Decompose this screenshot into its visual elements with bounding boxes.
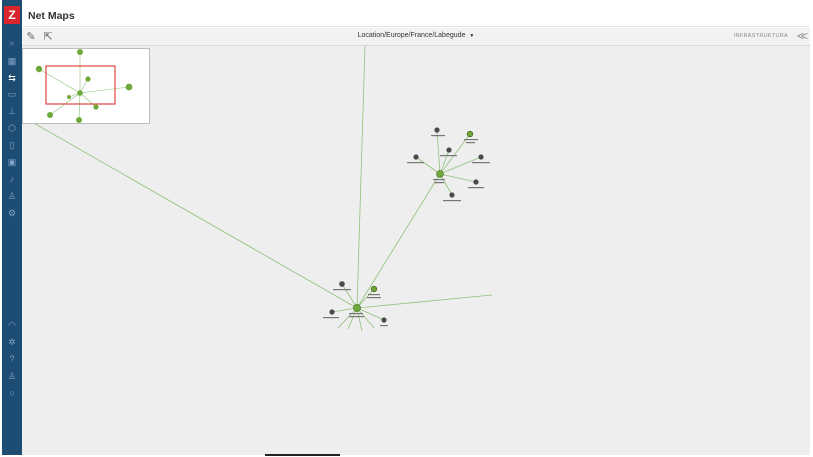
users-icon[interactable]: ♙	[7, 191, 17, 201]
page-title: Net Maps	[28, 10, 75, 22]
location-path: Location/Europe/France/Labegude	[357, 32, 466, 39]
horizontal-scrollbar[interactable]	[265, 454, 340, 456]
search-icon[interactable]: ⌕	[7, 38, 17, 48]
sidebar: Z ⌕ ▦ ⇆ ▭ ⊥ ⬡ ▯ ▣ ♪ ♙ ⚙ ◠ ✲ ? ♙ ○	[2, 0, 22, 455]
node-lower-3	[329, 309, 335, 315]
map-canvas[interactable]	[22, 46, 810, 455]
chevron-down-icon: ▼	[469, 33, 475, 39]
node-upper-4	[413, 154, 419, 160]
node-lower-4	[381, 317, 387, 323]
net-maps-app: Z ⌕ ▦ ⇆ ▭ ⊥ ⬡ ▯ ▣ ♪ ♙ ⚙ ◠ ✲ ? ♙ ○ Net Ma…	[0, 0, 813, 457]
dashboard-icon[interactable]: ▦	[7, 56, 17, 66]
cube-icon[interactable]: ⬡	[7, 123, 17, 133]
support-icon[interactable]: ◠	[7, 320, 17, 330]
header: Net Maps	[22, 0, 813, 27]
node-upper-3	[446, 147, 452, 153]
bell-icon[interactable]: ♪	[7, 174, 17, 184]
graph-nodes[interactable]	[329, 127, 484, 323]
location-selector[interactable]: Location/Europe/France/Labegude ▼	[22, 32, 810, 39]
user-icon[interactable]: ♙	[7, 371, 17, 381]
node-upper-5	[478, 154, 484, 160]
help-icon[interactable]: ?	[7, 354, 17, 364]
netmaps-icon[interactable]: ⇆	[7, 73, 17, 83]
power-icon[interactable]: ○	[7, 388, 17, 398]
infrastructure-panel-label[interactable]: INFRASTRUKTURA	[734, 33, 788, 39]
node-upper-2	[466, 130, 474, 138]
node-lower-2	[370, 285, 378, 293]
node-lower-1	[339, 281, 345, 287]
node-hub-lower	[353, 304, 361, 312]
share-icon[interactable]: ✲	[7, 337, 17, 347]
node-upper-6	[473, 179, 479, 185]
minimap-viewport	[45, 65, 116, 105]
chart-icon[interactable]: ▣	[7, 157, 17, 167]
map-toolbar: ✎ ⇱ Location/Europe/France/Labegude ▼ INF…	[22, 28, 810, 46]
app-logo[interactable]: Z	[4, 6, 20, 24]
node-upper-1	[434, 127, 440, 133]
minimap[interactable]	[22, 48, 150, 124]
collapse-panel-icon[interactable]: <<	[797, 29, 808, 43]
node-upper-7	[449, 192, 455, 198]
monitor-icon[interactable]: ▭	[7, 89, 17, 99]
hierarchy-icon[interactable]: ⊥	[7, 106, 17, 116]
minimap-graph	[35, 49, 133, 123]
node-hub-upper	[436, 170, 444, 178]
document-icon[interactable]: ▯	[7, 140, 17, 150]
settings-icon[interactable]: ⚙	[7, 208, 17, 218]
